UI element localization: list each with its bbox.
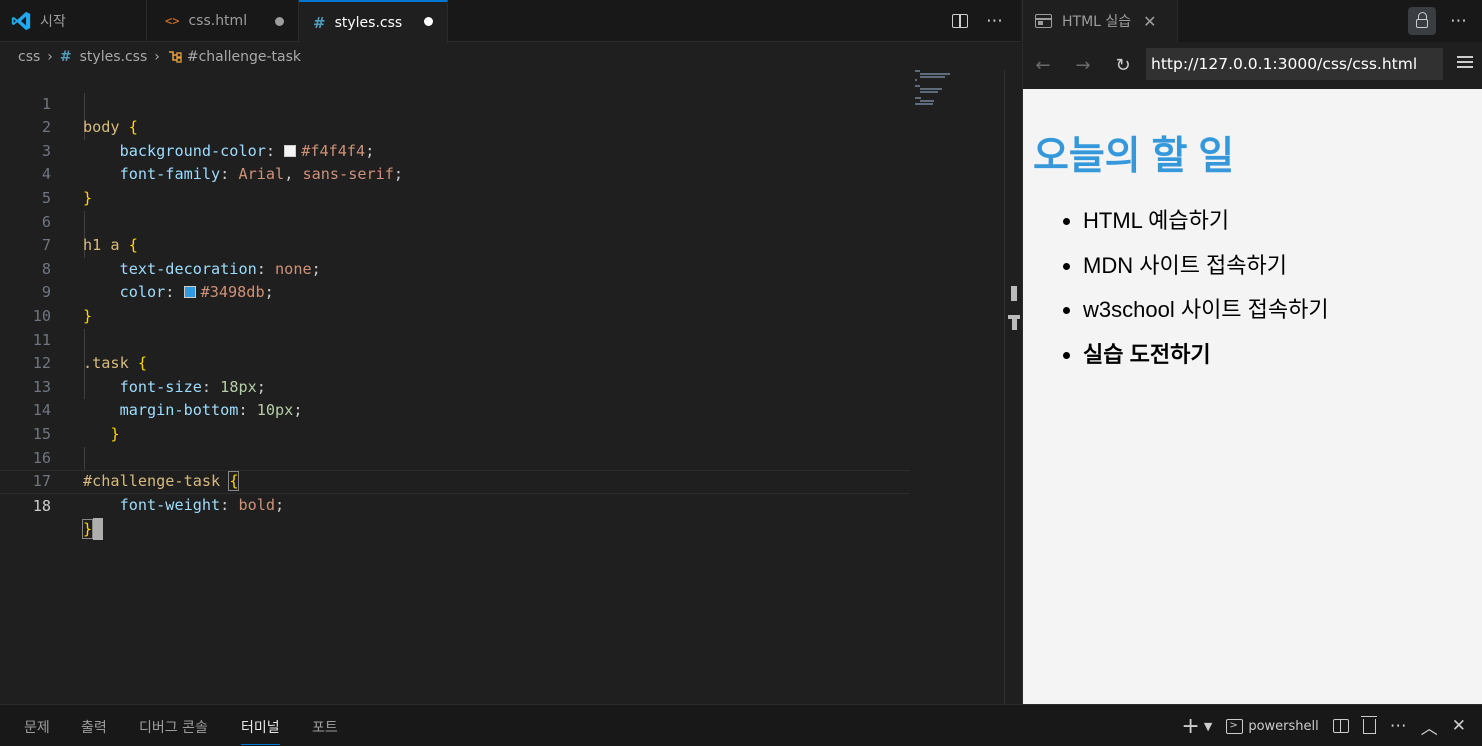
symbol-selector-icon xyxy=(168,51,182,63)
breadcrumb-symbol[interactable]: #challenge-task xyxy=(187,49,301,65)
code-line: 3 font-family: Arial, sans-serif; xyxy=(0,116,910,184)
css-file-icon: # xyxy=(313,13,326,32)
breadcrumb-folder[interactable]: css xyxy=(18,49,40,65)
terminal-icon: > xyxy=(1226,718,1244,734)
challenge-task-item: 실습 도전하기 xyxy=(1083,337,1329,382)
forward-arrow-icon[interactable]: → xyxy=(1063,55,1103,76)
lock-group-button[interactable] xyxy=(1408,7,1436,35)
tab-label: HTML 실습 xyxy=(1062,14,1132,30)
split-terminal-icon[interactable] xyxy=(1332,719,1349,733)
chevron-right-icon: › xyxy=(47,49,53,65)
preview-icon xyxy=(1035,14,1052,28)
tab-start[interactable]: 시작 xyxy=(0,0,147,42)
code-line: 9 } xyxy=(0,258,910,325)
code-line: 10 xyxy=(0,281,910,325)
browser-tab-bar: HTML 실습 ✕ ⋯ xyxy=(1023,0,1482,42)
browser-preview: HTML 실습 ✕ ⋯ ← → ↻ http://127.0.0.1:3000/… xyxy=(1022,0,1482,704)
panel-tab-problems[interactable]: 문제 xyxy=(24,717,50,737)
tab-html-preview[interactable]: HTML 실습 ✕ xyxy=(1023,0,1178,42)
css-property: font-weight xyxy=(119,495,221,514)
more-actions-icon[interactable]: ⋯ xyxy=(986,11,1003,31)
editor-group: 시작 <> css.html # styles.css ⋯ css › # st… xyxy=(0,0,1021,704)
panel-tab-output[interactable]: 출력 xyxy=(81,717,107,737)
code-line: 2 background-color: #f4f4f4; xyxy=(0,93,910,160)
code-line: 4 } xyxy=(0,140,910,207)
tab-label: css.html xyxy=(188,13,248,29)
task-item: HTML 예습하기 xyxy=(1083,203,1329,248)
code-line: 7 text-decoration: none; xyxy=(0,211,910,278)
css-file-icon: # xyxy=(59,49,72,65)
page-heading-link[interactable]: 오늘의 할 일 xyxy=(1033,125,1234,181)
lock-icon xyxy=(1416,12,1428,28)
unsaved-dot-icon[interactable] xyxy=(424,17,433,26)
panel-tab-ports[interactable]: 포트 xyxy=(312,717,338,737)
close-icon[interactable]: ✕ xyxy=(1143,12,1156,31)
back-arrow-icon[interactable]: ← xyxy=(1023,55,1063,76)
code-editor[interactable]: 1 body { 2 background-color: #f4f4f4; 3 … xyxy=(0,69,910,541)
code-line: 14 } xyxy=(0,376,910,443)
close-icon[interactable]: ✕ xyxy=(1452,716,1466,736)
panel-tab-debug-console[interactable]: 디버그 콘솔 xyxy=(139,717,208,737)
chevron-up-icon[interactable]: ︿ xyxy=(1421,714,1438,739)
vertical-scrollbar[interactable] xyxy=(1004,70,1005,704)
browser-tab-actions: ⋯ xyxy=(1408,0,1467,42)
panel-bar: 문제 출력 디버그 콘솔 터미널 포트 + ▼ > powershell ⋯ ︿… xyxy=(0,704,1482,746)
task-list: HTML 예습하기 MDN 사이트 접속하기 w3school 사이트 접속하기… xyxy=(1083,203,1329,381)
url-input[interactable]: http://127.0.0.1:3000/css/css.html xyxy=(1146,48,1443,80)
tab-label: 시작 xyxy=(40,14,66,30)
code-line: 12 font-size: 18px; xyxy=(0,329,910,396)
code-line: 1 body { xyxy=(0,69,910,137)
more-actions-icon[interactable]: ⋯ xyxy=(1450,11,1467,31)
breadcrumb-file[interactable]: styles.css xyxy=(80,49,148,65)
tab-label: styles.css xyxy=(334,14,403,31)
chevron-right-icon: › xyxy=(154,49,160,65)
task-item: MDN 사이트 접속하기 xyxy=(1083,248,1329,293)
code-line: 16 #challenge-task { xyxy=(0,423,910,492)
trash-icon[interactable] xyxy=(1360,715,1377,734)
code-line: 11 .task { xyxy=(0,305,910,373)
browser-navbar: ← → ↻ http://127.0.0.1:3000/css/css.html xyxy=(1023,42,1482,89)
reload-icon[interactable]: ↻ xyxy=(1103,55,1143,76)
tab-styles-css[interactable]: # styles.css xyxy=(299,0,448,43)
vscode-logo-icon xyxy=(11,11,31,31)
code-line-current: 18 } xyxy=(0,470,910,541)
minimap[interactable] xyxy=(912,69,972,109)
code-line: 17 font-weight: bold; xyxy=(0,447,910,514)
sash-handle[interactable] xyxy=(1008,286,1020,330)
page-viewport: 오늘의 할 일 HTML 예습하기 MDN 사이트 접속하기 w3school … xyxy=(1023,89,1482,704)
code-line: 5 xyxy=(0,163,910,207)
split-editor-icon[interactable] xyxy=(952,14,968,28)
hamburger-menu-icon[interactable] xyxy=(1457,56,1473,71)
code-line: 8 color: #3498db; xyxy=(0,234,910,302)
code-line: 6 h1 a { xyxy=(0,187,910,255)
new-terminal-icon[interactable]: + xyxy=(1181,714,1199,739)
editor-tab-bar: 시작 <> css.html # styles.css ⋯ xyxy=(0,0,1021,43)
html-file-icon: <> xyxy=(165,14,180,28)
code-line: 13 margin-bottom: 10px; xyxy=(0,352,910,420)
panel-tab-terminal[interactable]: 터미널 xyxy=(241,717,280,745)
task-item: w3school 사이트 접속하기 xyxy=(1083,292,1329,337)
tab-css-html[interactable]: <> css.html xyxy=(147,0,299,42)
breadcrumb: css › # styles.css › #challenge-task xyxy=(0,44,301,70)
brace: } xyxy=(81,519,94,540)
text-cursor xyxy=(93,518,104,541)
editor-actions: ⋯ xyxy=(952,0,1003,42)
code-line: 15 xyxy=(0,399,910,443)
terminal-name[interactable]: powershell xyxy=(1248,719,1318,734)
panel-actions: + ▼ > powershell ⋯ ︿ ✕ xyxy=(1181,705,1466,746)
chevron-down-icon[interactable]: ▼ xyxy=(1204,720,1212,733)
css-value: bold xyxy=(238,495,276,514)
unsaved-dot-icon[interactable] xyxy=(275,17,284,26)
line-number: 18 xyxy=(32,496,51,515)
more-actions-icon[interactable]: ⋯ xyxy=(1390,716,1407,736)
